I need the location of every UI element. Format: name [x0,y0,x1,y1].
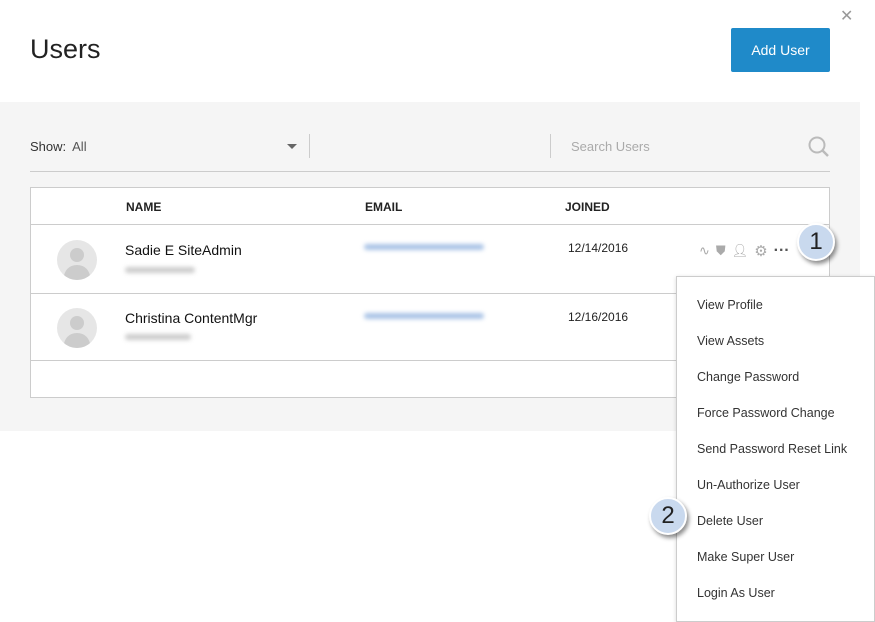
activity-icon[interactable]: ∿ [699,243,710,259]
add-user-button[interactable]: Add User [731,28,830,72]
menu-item-view-profile[interactable]: View Profile [697,298,763,312]
close-icon[interactable]: ✕ [840,6,853,26]
page-title: Users [30,34,101,64]
menu-item-change-password[interactable]: Change Password [697,370,799,384]
show-label: Show: [30,139,67,154]
row-actions: ∿ ⛊ 👤︎ ⚙ ··· [699,242,790,260]
divider [309,134,310,158]
column-header-joined: JOINED [565,200,610,214]
joined-date: 12/16/2016 [568,310,629,324]
callout-badge-1: 1 [797,223,835,261]
gear-icon[interactable]: ⚙ [754,242,767,260]
email-redacted [364,313,484,319]
menu-item-login-as-user[interactable]: Login As User [697,586,775,600]
divider [550,134,551,158]
menu-item-force-password-change[interactable]: Force Password Change [697,406,835,420]
email-redacted [364,244,484,250]
menu-item-view-assets[interactable]: View Assets [697,334,764,348]
username-redacted [125,267,195,273]
callout-badge-2: 2 [649,497,687,535]
search-icon[interactable] [808,136,830,158]
username-redacted [125,334,191,340]
column-header-name: NAME [126,200,162,214]
more-icon[interactable]: ··· [774,242,790,260]
menu-item-send-reset-link[interactable]: Send Password Reset Link [697,442,847,456]
column-header-email: EMAIL [365,200,403,214]
avatar [57,308,97,348]
user-icon[interactable]: 👤︎ [732,243,749,259]
menu-item-unauthorize-user[interactable]: Un-Authorize User [697,478,800,492]
user-actions-menu: View Profile View Assets Change Password… [676,276,875,622]
chevron-down-icon[interactable] [287,144,297,149]
divider [30,171,830,172]
joined-date: 12/14/2016 [568,241,629,255]
search-input[interactable]: Search Users [571,139,650,154]
user-name[interactable]: Sadie E SiteAdmin [125,242,242,258]
avatar [57,240,97,280]
show-filter[interactable]: Show: All [30,139,87,154]
shield-icon[interactable]: ⛊ [716,243,726,259]
show-value: All [72,139,87,154]
menu-item-make-super-user[interactable]: Make Super User [697,550,794,564]
menu-item-delete-user[interactable]: Delete User [697,514,763,528]
user-name[interactable]: Christina ContentMgr [125,310,257,326]
